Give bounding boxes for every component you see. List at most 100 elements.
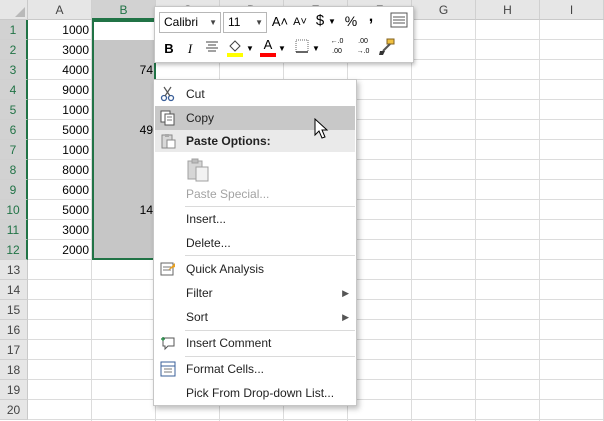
menu-item-label: Copy [186, 111, 215, 125]
menu-item-quick-analysis[interactable]: Quick Analysis [155, 257, 355, 281]
row-header-13[interactable]: 13 [0, 260, 28, 280]
row-header-14[interactable]: 14 [0, 280, 28, 300]
cell-a7[interactable]: 1000 [28, 140, 92, 160]
menu-item-label: Quick Analysis [186, 262, 265, 276]
cell-b3[interactable]: 74 [92, 60, 156, 80]
align-center-button[interactable] [203, 39, 221, 59]
font-color-button[interactable]: A [259, 37, 277, 57]
font-name-value: Calibri [164, 15, 199, 29]
comma-style-button[interactable]: , [365, 7, 377, 27]
row-header-5[interactable]: 5 [0, 100, 28, 120]
column-header-i[interactable]: I [540, 0, 604, 20]
increase-decimal-button[interactable]: ←.0 .00 [325, 37, 349, 57]
select-all-corner[interactable] [0, 0, 28, 20]
menu-item-format-cells[interactable]: Format Cells... [155, 357, 355, 381]
chevron-down-icon[interactable]: ▼ [245, 39, 255, 59]
menu-item-label: Insert... [186, 212, 227, 226]
borders-icon [295, 39, 309, 53]
row-header-3[interactable]: 3 [0, 60, 28, 80]
paste-icon [161, 134, 176, 149]
format-painter-icon [379, 38, 395, 55]
row-header-8[interactable]: 8 [0, 160, 28, 180]
mini-toolbar: Calibri ▼ 11 ▼ A˄ A˅ $ ▼ % , B I ▼ A ▼ ▼… [154, 6, 414, 63]
bold-button[interactable]: B [161, 39, 177, 59]
menu-item-label: Paste Special... [186, 187, 270, 201]
column-header-h[interactable]: H [476, 0, 540, 20]
menu-item-filter[interactable]: Filter ▶ [155, 281, 355, 305]
column-header-g[interactable]: G [412, 0, 476, 20]
cell-a8[interactable]: 8000 [28, 160, 92, 180]
cell-a5[interactable]: 1000 [28, 100, 92, 120]
cell-a3[interactable]: 4000 [28, 60, 92, 80]
row-header-9[interactable]: 9 [0, 180, 28, 200]
cell-a6[interactable]: 5000 [28, 120, 92, 140]
menu-item-insert[interactable]: Insert... [155, 207, 355, 231]
italic-button[interactable]: I [183, 39, 197, 59]
menu-item-pick-from-dropdown[interactable]: Pick From Drop-down List... [155, 381, 355, 405]
cell-b6[interactable]: 49 [92, 120, 156, 140]
menu-item-label: Cut [186, 87, 205, 101]
paint-bucket-icon [227, 40, 243, 57]
cell-a2[interactable]: 3000 [28, 40, 92, 60]
column-header-a[interactable]: A [28, 0, 92, 20]
mouse-cursor-icon [314, 118, 329, 139]
menu-item-insert-comment[interactable]: Insert Comment [155, 331, 355, 355]
percent-style-button[interactable]: % [343, 11, 359, 31]
cell-a10[interactable]: 5000 [28, 200, 92, 220]
quick-analysis-icon [160, 262, 175, 276]
increase-font-button[interactable]: A˄ [271, 12, 289, 32]
menu-item-label: Delete... [186, 236, 231, 250]
decrease-decimal-button[interactable]: .00 →.0 [351, 37, 375, 57]
cell-b10[interactable]: 14 [92, 200, 156, 220]
menu-item-label: Sort [186, 310, 209, 324]
menu-item-cut[interactable]: Cut [155, 82, 355, 106]
row-header-1[interactable]: 1 [0, 20, 28, 40]
row-header-4[interactable]: 4 [0, 80, 28, 100]
row-header-17[interactable]: 17 [0, 340, 28, 360]
fill-color-button[interactable] [225, 37, 245, 57]
row-header-12[interactable]: 12 [0, 240, 28, 260]
cell-a1[interactable]: 1000 [28, 20, 92, 40]
column-header-b[interactable]: B [92, 0, 156, 20]
menu-item-delete[interactable]: Delete... [155, 231, 355, 255]
format-painter-button[interactable] [377, 38, 397, 58]
chevron-down-icon[interactable]: ▼ [327, 12, 337, 32]
row-header-7[interactable]: 7 [0, 140, 28, 160]
row-header-16[interactable]: 16 [0, 320, 28, 340]
clipboard-icon [187, 158, 209, 182]
menu-item-sort[interactable]: Sort ▶ [155, 305, 355, 329]
chevron-down-icon[interactable]: ▼ [277, 39, 287, 59]
font-color-letter: A [263, 37, 273, 52]
row-header-2[interactable]: 2 [0, 40, 28, 60]
chevron-down-icon[interactable]: ▼ [311, 39, 321, 59]
menu-item-label: Insert Comment [186, 336, 272, 350]
row-header-6[interactable]: 6 [0, 120, 28, 140]
decrease-font-button[interactable]: A˅ [291, 12, 309, 32]
font-size-dropdown[interactable]: 11 ▼ [223, 12, 267, 33]
copy-icon [160, 110, 175, 126]
cell-a4[interactable]: 9000 [28, 80, 92, 100]
font-color-swatch [260, 53, 276, 57]
cell-a12[interactable]: 2000 [28, 240, 92, 260]
chevron-down-icon: ▼ [255, 18, 263, 27]
menu-item-label: Filter [186, 286, 213, 300]
accounting-format-button[interactable]: $ [313, 11, 327, 31]
wrap-text-icon [390, 12, 408, 28]
row-header-10[interactable]: 10 [0, 200, 28, 220]
wrap-text-button[interactable] [389, 12, 409, 32]
submenu-arrow-icon: ▶ [342, 312, 349, 322]
submenu-arrow-icon: ▶ [342, 288, 349, 298]
active-cell[interactable] [94, 22, 154, 40]
row-header-18[interactable]: 18 [0, 360, 28, 380]
row-header-19[interactable]: 19 [0, 380, 28, 400]
row-header-11[interactable]: 11 [0, 220, 28, 240]
row-header-15[interactable]: 15 [0, 300, 28, 320]
borders-button[interactable] [293, 39, 311, 59]
row-header-20[interactable]: 20 [0, 400, 28, 420]
font-name-dropdown[interactable]: Calibri ▼ [159, 12, 221, 33]
selected-range[interactable] [92, 20, 156, 260]
cell-a11[interactable]: 3000 [28, 220, 92, 240]
cell-a9[interactable]: 6000 [28, 180, 92, 200]
font-size-value: 11 [228, 15, 241, 29]
menu-separator [185, 255, 355, 256]
